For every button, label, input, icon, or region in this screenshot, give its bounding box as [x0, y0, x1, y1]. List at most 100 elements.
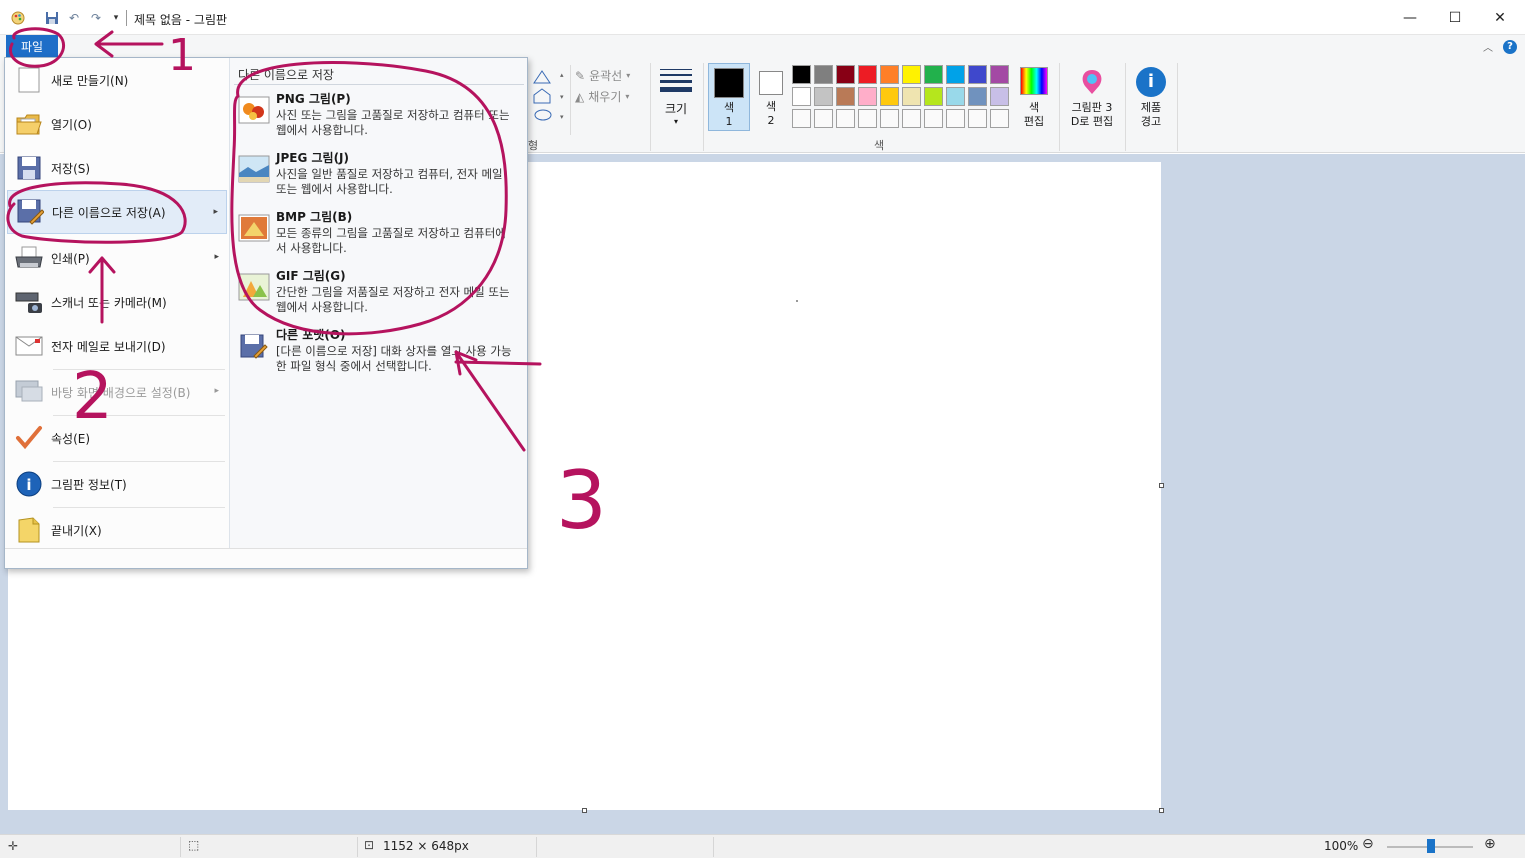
menu-item-properties[interactable]: 속성(E) — [7, 416, 227, 460]
menu-item-exit[interactable]: 끝내기(X) — [7, 508, 227, 552]
palette-swatch[interactable] — [792, 87, 811, 106]
empty-palette-slot[interactable] — [990, 109, 1009, 128]
palette-swatch[interactable] — [880, 87, 899, 106]
palette-swatch[interactable] — [880, 65, 899, 84]
quick-save-icon[interactable] — [44, 10, 60, 26]
save-as-gif[interactable]: GIF 그림(G) 간단한 그림을 저품질로 저장하고 전자 메일 또는 웹에서… — [234, 265, 524, 323]
desktop-background-icon — [11, 376, 47, 408]
palette-swatch[interactable] — [858, 65, 877, 84]
save-as-submenu: 다른 이름으로 저장 PNG 그림(P) 사진 또는 그림을 고품질로 저장하고… — [229, 58, 527, 548]
zoom-in-icon[interactable]: ⊕ — [1484, 836, 1496, 852]
color2-swatch — [759, 71, 783, 95]
menu-item-print[interactable]: 인쇄(P) ▸ — [7, 236, 227, 280]
empty-palette-slot[interactable] — [968, 109, 987, 128]
gif-image-icon — [238, 271, 270, 303]
format-description: 사진 또는 그림을 고품질로 저장하고 컴퓨터 또는 웹에서 사용합니다. — [276, 108, 510, 137]
status-separator — [536, 837, 537, 857]
empty-palette-slot[interactable] — [880, 109, 899, 128]
empty-palette-slot[interactable] — [858, 109, 877, 128]
palette-swatch[interactable] — [814, 87, 833, 106]
maximize-button[interactable]: ☐ — [1432, 0, 1478, 35]
empty-palette-slot[interactable] — [836, 109, 855, 128]
zoom-level: 100% — [1324, 839, 1359, 853]
window-title: 제목 없음 - 그림판 — [134, 13, 228, 27]
palette-swatch[interactable] — [814, 65, 833, 84]
palette-swatch[interactable] — [858, 87, 877, 106]
menu-item-new[interactable]: 새로 만들기(N) — [7, 58, 227, 102]
menu-item-open[interactable]: 열기(O) — [7, 102, 227, 146]
resize-handle-corner[interactable] — [1159, 808, 1164, 813]
empty-palette-slot[interactable] — [946, 109, 965, 128]
resize-handle-right[interactable] — [1159, 483, 1164, 488]
edit-with-paint3d-button[interactable]: 그림판 3 D로 편집 — [1063, 65, 1121, 135]
color-spectrum-icon — [1020, 67, 1048, 95]
open-folder-icon — [11, 108, 47, 140]
empty-palette-slot[interactable] — [902, 109, 921, 128]
palette-swatch[interactable] — [924, 87, 943, 106]
palette-swatch[interactable] — [946, 65, 965, 84]
menu-item-save[interactable]: 저장(S) — [7, 146, 227, 190]
palette-swatch[interactable] — [924, 65, 943, 84]
palette-swatch[interactable] — [990, 87, 1009, 106]
ribbon-separator — [650, 63, 651, 151]
fill-label: 채우기 — [588, 90, 622, 104]
format-description: 사진을 일반 품질로 저장하고 컴퓨터, 전자 메일 또는 웹에서 사용합니다. — [276, 167, 503, 196]
palette-swatch[interactable] — [836, 87, 855, 106]
palette-swatch[interactable] — [968, 65, 987, 84]
color1-button[interactable]: 색 1 — [708, 63, 750, 131]
product-alert-button[interactable]: i 제품 경고 — [1129, 65, 1173, 135]
color2-button[interactable]: 색 2 — [753, 63, 789, 131]
customize-quick-access-icon[interactable]: ▾ — [108, 10, 124, 26]
edit-colors-button[interactable]: 색 편집 — [1014, 65, 1054, 135]
save-as-other-format[interactable]: 다른 포맷(O) [다른 이름으로 저장] 대화 상자를 열고 사용 가능한 파… — [234, 324, 524, 382]
undo-icon[interactable]: ↶ — [66, 10, 82, 26]
svg-text:i: i — [26, 476, 31, 494]
resize-handle-bottom[interactable] — [582, 808, 587, 813]
chevron-down-icon: ▾ — [626, 71, 631, 80]
collapse-ribbon-icon[interactable]: ︿ — [1483, 39, 1493, 54]
save-as-bmp[interactable]: BMP 그림(B) 모든 종류의 그림을 고품질로 저장하고 컴퓨터에서 사용합… — [234, 206, 524, 264]
paint-window: ↶ ↷ ▾ 제목 없음 - 그림판 — ☐ ✕ ︿ ? ▴ ▾ ▾ 형 ✎ 윤곽… — [0, 0, 1525, 858]
menu-item-label: 전자 메일로 보내기(D) — [51, 339, 166, 354]
save-as-jpeg[interactable]: JPEG 그림(J) 사진을 일반 품질로 저장하고 컴퓨터, 전자 메일 또는… — [234, 147, 524, 205]
help-icon[interactable]: ? — [1503, 39, 1517, 54]
empty-palette-slot[interactable] — [792, 109, 811, 128]
outline-dropdown[interactable]: ✎ 윤곽선 ▾ — [575, 67, 630, 84]
shapes-group-label: 형 — [528, 139, 539, 152]
save-as-png[interactable]: PNG 그림(P) 사진 또는 그림을 고품질로 저장하고 컴퓨터 또는 웹에서… — [234, 88, 524, 146]
menu-item-set-desktop-background[interactable]: 바탕 화면 배경으로 설정(B) ▸ — [7, 370, 227, 414]
empty-palette-slot[interactable] — [814, 109, 833, 128]
edit-colors-label: 색 편집 — [1023, 101, 1045, 128]
outline-label: 윤곽선 — [589, 69, 623, 83]
close-button[interactable]: ✕ — [1477, 0, 1523, 35]
empty-palette-slot[interactable] — [924, 109, 943, 128]
menu-item-label: 끝내기(X) — [51, 523, 102, 538]
menu-item-email[interactable]: 전자 메일로 보내기(D) — [7, 324, 227, 368]
zoom-slider-thumb[interactable] — [1427, 839, 1435, 853]
fill-dropdown[interactable]: ◭ 채우기 ▾ — [575, 88, 629, 105]
menu-item-about-paint[interactable]: i 그림판 정보(T) — [7, 462, 227, 506]
shapes-gallery[interactable]: ▴ ▾ ▾ — [532, 67, 570, 133]
email-icon — [11, 330, 47, 362]
minimize-button[interactable]: — — [1387, 0, 1433, 35]
zoom-out-icon[interactable]: ⊖ — [1362, 836, 1374, 852]
palette-swatch[interactable] — [902, 87, 921, 106]
palette-swatch[interactable] — [968, 87, 987, 106]
svg-text:▾: ▾ — [560, 93, 564, 101]
palette-swatch[interactable] — [836, 65, 855, 84]
palette-swatch[interactable] — [792, 65, 811, 84]
color2-label: 색 2 — [765, 100, 777, 127]
size-button[interactable]: 크기 ▾ — [655, 65, 697, 135]
selection-size-icon: ⬚ — [188, 838, 200, 852]
menu-item-scanner[interactable]: 스캐너 또는 카메라(M) — [7, 280, 227, 324]
palette-swatch[interactable] — [902, 65, 921, 84]
jpeg-image-icon — [238, 153, 270, 185]
redo-icon[interactable]: ↷ — [88, 10, 104, 26]
palette-swatch[interactable] — [990, 65, 1009, 84]
palette-swatch[interactable] — [946, 87, 965, 106]
chevron-down-icon: ▾ — [625, 92, 630, 101]
outline-icon: ✎ — [575, 68, 586, 83]
file-tab[interactable]: 파일 — [6, 35, 58, 57]
menu-item-save-as[interactable]: 다른 이름으로 저장(A) ▸ — [7, 190, 227, 234]
format-name: GIF 그림(G) — [276, 269, 346, 283]
